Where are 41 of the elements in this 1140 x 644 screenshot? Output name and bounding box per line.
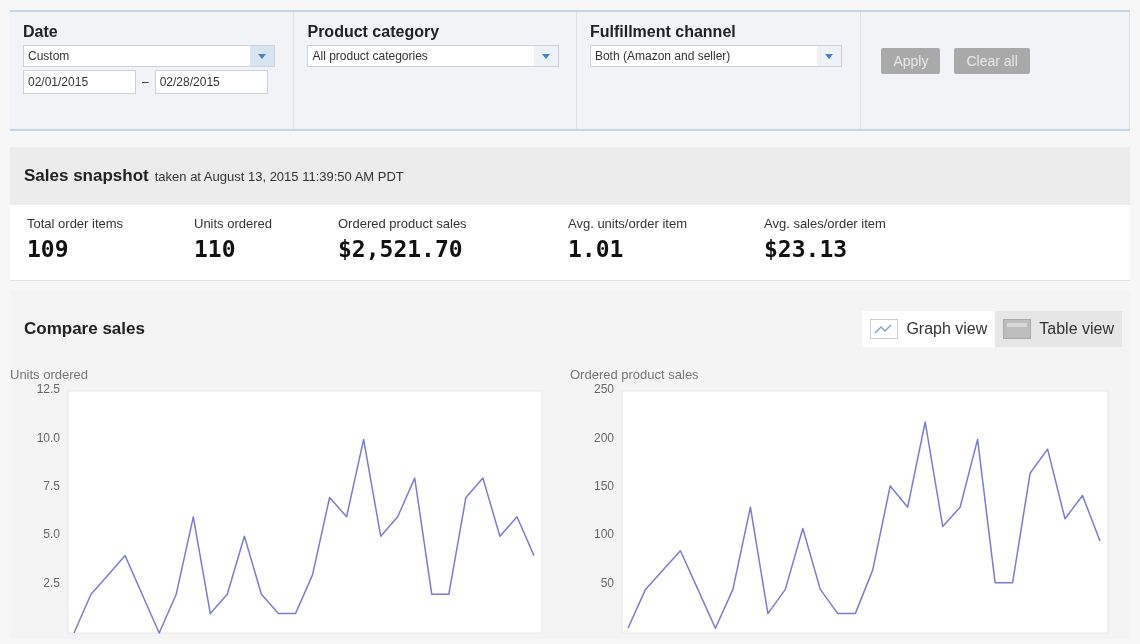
- filter-label: Product category: [307, 22, 441, 42]
- metric-label: Ordered product sales: [338, 215, 468, 233]
- filter-label: Fulfillment channel: [589, 22, 737, 42]
- snapshot-timestamp: taken at August 13, 2015 11:39:50 AM PDT: [154, 168, 404, 187]
- date-separator: –: [142, 74, 149, 91]
- dropdown[interactable]: Both (Amazon and seller): [589, 45, 842, 67]
- metric-label: Avg. sales/order item: [764, 215, 887, 233]
- section-title: Sales snapshot: [24, 165, 149, 188]
- date-input[interactable]: 02/28/2015: [154, 70, 268, 94]
- axis-label: Ordered product sales: [570, 366, 699, 384]
- table-icon: [1003, 319, 1032, 339]
- metric-value: 109: [27, 235, 70, 264]
- line-graph-icon: [870, 319, 899, 339]
- filter-label: Date: [23, 22, 59, 42]
- dropdown[interactable]: All product categories: [307, 45, 560, 67]
- y-tick-label: 12.5: [36, 382, 60, 397]
- caret-icon: [824, 53, 833, 59]
- metric-value: $2,521.70: [338, 235, 464, 264]
- y-tick-label: 250: [593, 382, 614, 397]
- y-tick-label: 100: [593, 527, 614, 542]
- y-tick-label: 10.0: [36, 430, 60, 445]
- metric-value: $23.13: [764, 235, 849, 264]
- y-tick-label: 7.5: [43, 479, 60, 493]
- caret-icon: [542, 53, 551, 59]
- axis-label: Units ordered: [10, 366, 89, 384]
- y-tick-label: 2.5: [43, 575, 60, 590]
- dropdown[interactable]: Custom: [23, 45, 275, 67]
- y-tick-label: 200: [593, 430, 614, 445]
- view-tab[interactable]: Graph view: [862, 311, 996, 347]
- date-input[interactable]: 02/01/2015: [23, 70, 136, 94]
- y-tick-label: 5.0: [43, 527, 60, 542]
- metric-value: 110: [194, 235, 237, 264]
- section-title: Compare sales: [24, 318, 145, 341]
- view-tab[interactable]: Table view: [995, 311, 1122, 347]
- caret-icon: [258, 53, 266, 59]
- metric-label: Avg. units/order item: [568, 215, 688, 233]
- metric-label: Total order items: [27, 215, 125, 233]
- y-tick-label: 50: [600, 575, 614, 590]
- metric-label: Units ordered: [194, 215, 274, 233]
- metric-value: 1.01: [568, 235, 625, 264]
- y-tick-label: 150: [593, 479, 614, 493]
